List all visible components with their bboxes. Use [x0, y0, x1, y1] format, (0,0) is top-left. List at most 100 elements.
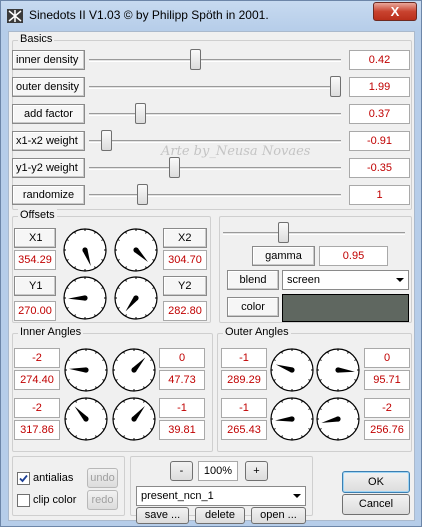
basics-row-label[interactable]: randomize	[12, 185, 85, 205]
inner-a-multiplier[interactable]: -2	[14, 348, 60, 368]
blend-select-value: screen	[287, 274, 321, 286]
outer-c-value[interactable]: 265.43	[221, 420, 267, 440]
gamma-label[interactable]: gamma	[252, 246, 315, 266]
basics-row-value[interactable]: -0.91	[349, 131, 410, 151]
ok-button[interactable]: OK	[342, 471, 410, 493]
offsets-label: Offsets	[18, 209, 57, 221]
basics-row-value[interactable]: 0.42	[349, 50, 410, 70]
inner-a-value[interactable]: 274.40	[14, 370, 60, 390]
inner-c-dial[interactable]	[63, 396, 109, 442]
gamma-slider[interactable]	[223, 222, 405, 244]
inner-d-dial[interactable]	[111, 396, 157, 442]
color-label[interactable]: color	[227, 297, 279, 317]
y2-label[interactable]: Y2	[163, 276, 207, 296]
offset-x2-dial[interactable]	[113, 227, 159, 273]
antialias-checkbox[interactable]	[17, 472, 30, 485]
offset-y1-dial[interactable]	[62, 275, 108, 321]
basics-row-slider[interactable]	[89, 130, 341, 152]
inner-d-multiplier[interactable]: -1	[159, 398, 205, 418]
outer-b-value[interactable]: 95.71	[364, 370, 410, 390]
basics-row-label[interactable]: add factor	[12, 104, 85, 124]
basics-row-value[interactable]: 1.99	[349, 77, 410, 97]
slider-thumb[interactable]	[135, 103, 146, 124]
slider-track	[89, 140, 341, 143]
offset-x1-dial[interactable]	[62, 227, 108, 273]
slider-thumb[interactable]	[137, 184, 148, 205]
color-swatch[interactable]	[282, 294, 409, 322]
gamma-slider-thumb[interactable]	[278, 222, 289, 243]
outer-c-dial[interactable]	[269, 396, 315, 442]
basics-row-label[interactable]: x1-x2 weight	[12, 131, 85, 151]
blend-select[interactable]: screen	[282, 270, 409, 290]
outer-angles-label: Outer Angles	[223, 326, 291, 338]
basics-row-slider[interactable]	[89, 76, 341, 98]
outer-d-value[interactable]: 256.76	[364, 420, 410, 440]
outer-a-value[interactable]: 289.29	[221, 370, 267, 390]
y1-value[interactable]: 270.00	[14, 301, 56, 321]
inner-b-value[interactable]: 47.73	[159, 370, 205, 390]
inner-c-value[interactable]: 317.86	[14, 420, 60, 440]
inner-b-multiplier[interactable]: 0	[159, 348, 205, 368]
x2-label[interactable]: X2	[163, 228, 207, 248]
x1-label[interactable]: X1	[14, 228, 56, 248]
slider-track	[89, 167, 341, 170]
slider-track	[89, 194, 341, 197]
gamma-value[interactable]: 0.95	[319, 246, 388, 266]
outer-a-dial[interactable]	[269, 347, 315, 393]
basics-row-value[interactable]: -0.35	[349, 158, 410, 178]
clip-color-label[interactable]: clip color	[33, 494, 76, 506]
inner-angles-label: Inner Angles	[18, 326, 84, 338]
slider-track	[89, 86, 341, 89]
blend-label[interactable]: blend	[227, 270, 279, 290]
inner-d-value[interactable]: 39.81	[159, 420, 205, 440]
save-button[interactable]: save ...	[136, 507, 189, 524]
basics-row-label[interactable]: inner density	[12, 50, 85, 70]
outer-a-multiplier[interactable]: -1	[221, 348, 267, 368]
clip-color-checkbox[interactable]	[17, 494, 30, 507]
outer-c-multiplier[interactable]: -1	[221, 398, 267, 418]
x2-value[interactable]: 304.70	[163, 250, 207, 270]
basics-row-label[interactable]: outer density	[12, 77, 85, 97]
y2-value[interactable]: 282.80	[163, 301, 207, 321]
y1-label[interactable]: Y1	[14, 276, 56, 296]
slider-thumb[interactable]	[101, 130, 112, 151]
basics-row-slider[interactable]	[89, 103, 341, 125]
antialias-label[interactable]: antialias	[33, 472, 73, 484]
outer-b-dial[interactable]	[315, 347, 361, 393]
slider-thumb[interactable]	[330, 76, 341, 97]
outer-d-multiplier[interactable]: -2	[364, 398, 410, 418]
delete-button[interactable]: delete	[195, 507, 245, 524]
basics-row-slider[interactable]	[89, 157, 341, 179]
inner-b-dial[interactable]	[111, 347, 157, 393]
outer-b-multiplier[interactable]: 0	[364, 348, 410, 368]
inner-c-multiplier[interactable]: -2	[14, 398, 60, 418]
basics-row-slider[interactable]	[89, 184, 341, 206]
basics-row-value[interactable]: 1	[349, 185, 410, 205]
title-bar[interactable]: Sinedots II V1.03 © by Philipp Spöth in …	[1, 1, 421, 31]
basics-row-value[interactable]: 0.37	[349, 104, 410, 124]
gamma-slider-track	[223, 232, 405, 235]
app-icon	[7, 9, 23, 23]
outer-d-dial[interactable]	[315, 396, 361, 442]
zoom-out-button[interactable]: -	[170, 461, 193, 481]
zoom-in-button[interactable]: +	[245, 461, 268, 481]
zoom-value[interactable]: 100%	[198, 461, 238, 481]
window: Sinedots II V1.03 © by Philipp Spöth in …	[0, 0, 422, 527]
x1-value[interactable]: 354.29	[14, 250, 56, 270]
offset-y2-dial[interactable]	[113, 275, 159, 321]
preset-select-value: present_ncn_1	[141, 490, 214, 502]
slider-thumb[interactable]	[169, 157, 180, 178]
cancel-button[interactable]: Cancel	[342, 494, 410, 515]
redo-button[interactable]: redo	[87, 490, 118, 510]
undo-button[interactable]: undo	[87, 468, 118, 488]
inner-a-dial[interactable]	[63, 347, 109, 393]
close-button[interactable]: X	[373, 2, 417, 21]
open-button[interactable]: open ...	[251, 507, 306, 524]
basics-label: Basics	[18, 33, 55, 45]
slider-track	[89, 113, 341, 116]
slider-thumb[interactable]	[190, 49, 201, 70]
chevron-down-icon	[293, 494, 301, 498]
basics-row-label[interactable]: y1-y2 weight	[12, 158, 85, 178]
basics-row-slider[interactable]	[89, 49, 341, 71]
preset-select[interactable]: present_ncn_1	[136, 486, 306, 506]
